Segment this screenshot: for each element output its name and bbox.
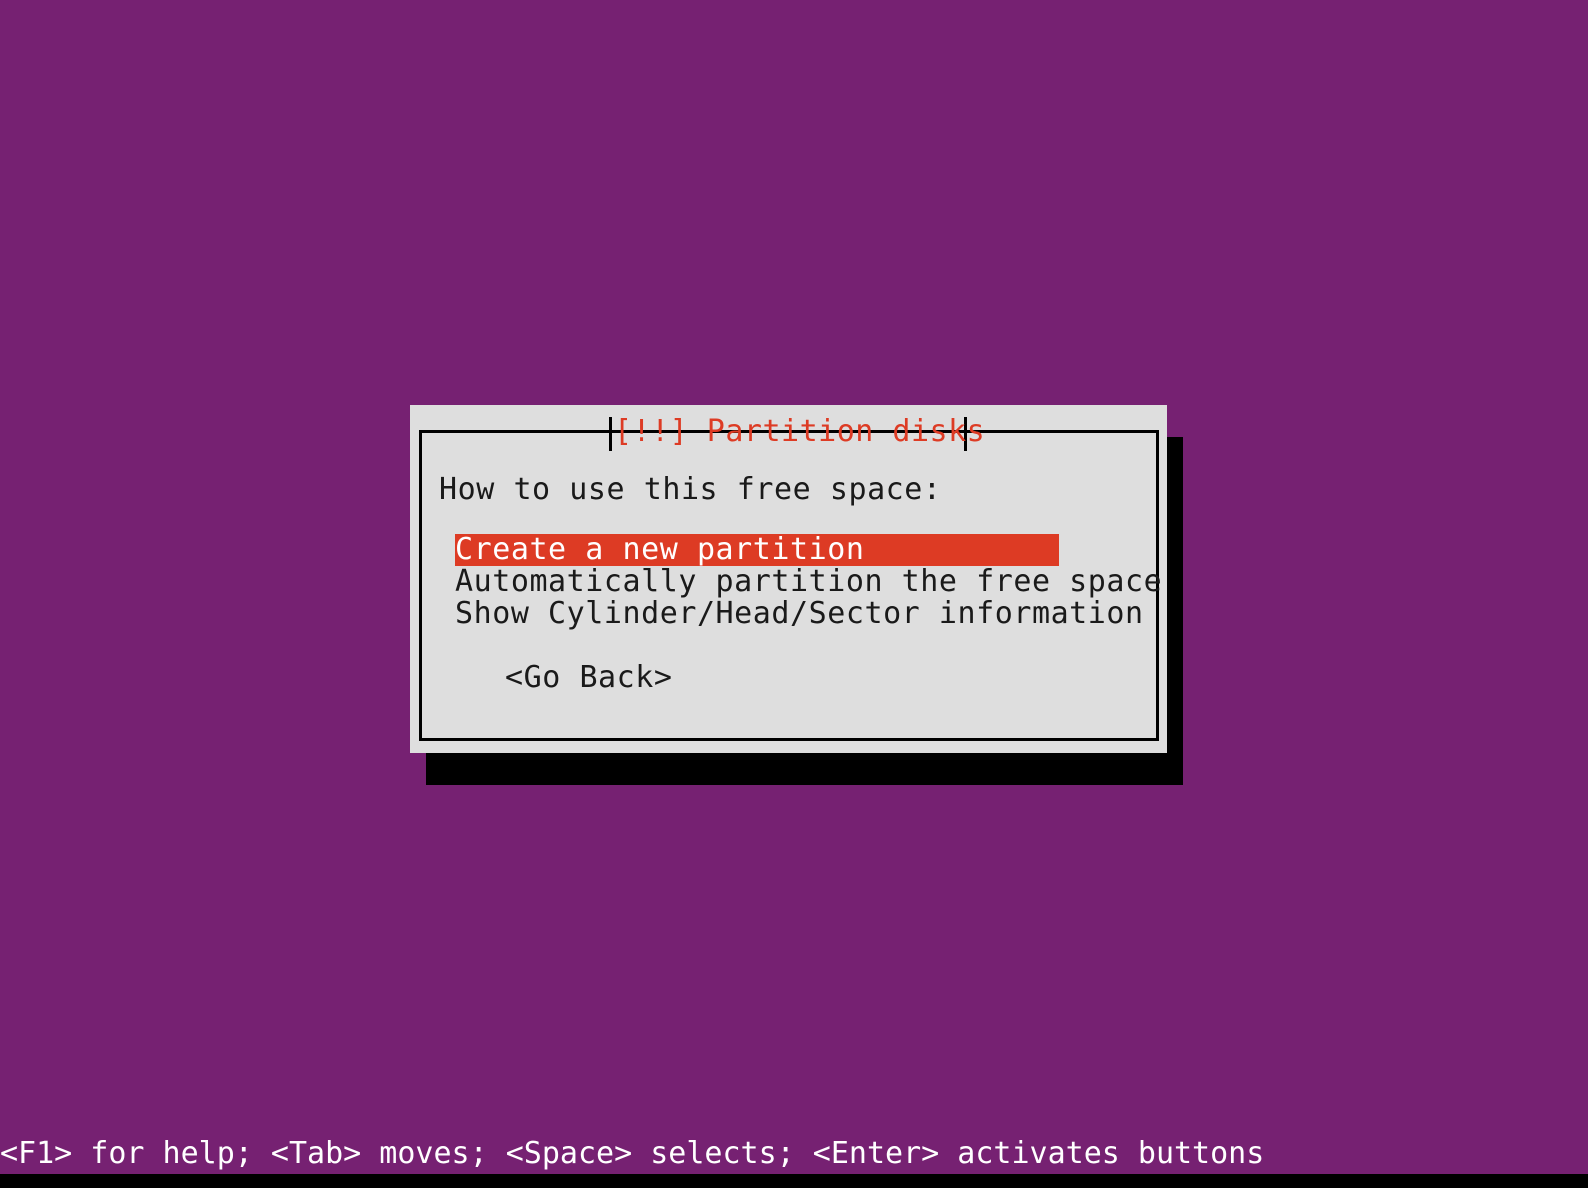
free-space-action-menu: Create a new partition Automatically par… <box>455 534 1162 630</box>
prompt-text: How to use this free space: <box>439 472 942 507</box>
bottom-black-strip <box>0 1174 1588 1188</box>
menu-item-create-new-partition[interactable]: Create a new partition <box>455 534 1059 566</box>
menu-item-show-chs-information[interactable]: Show Cylinder/Head/Sector information <box>455 598 1143 630</box>
go-back-button[interactable]: <Go Back> <box>505 661 673 695</box>
dialog-title: [!!] Partition disks <box>614 414 986 449</box>
partition-disks-dialog: [!!] Partition disks How to use this fre… <box>410 405 1167 753</box>
title-rule-right <box>967 430 1159 433</box>
title-tick-left <box>609 417 612 451</box>
title-rule-left <box>419 430 609 433</box>
menu-item-automatically-partition[interactable]: Automatically partition the free space <box>455 566 1162 598</box>
status-bar-help-text: <F1> for help; <Tab> moves; <Space> sele… <box>0 1136 1265 1171</box>
